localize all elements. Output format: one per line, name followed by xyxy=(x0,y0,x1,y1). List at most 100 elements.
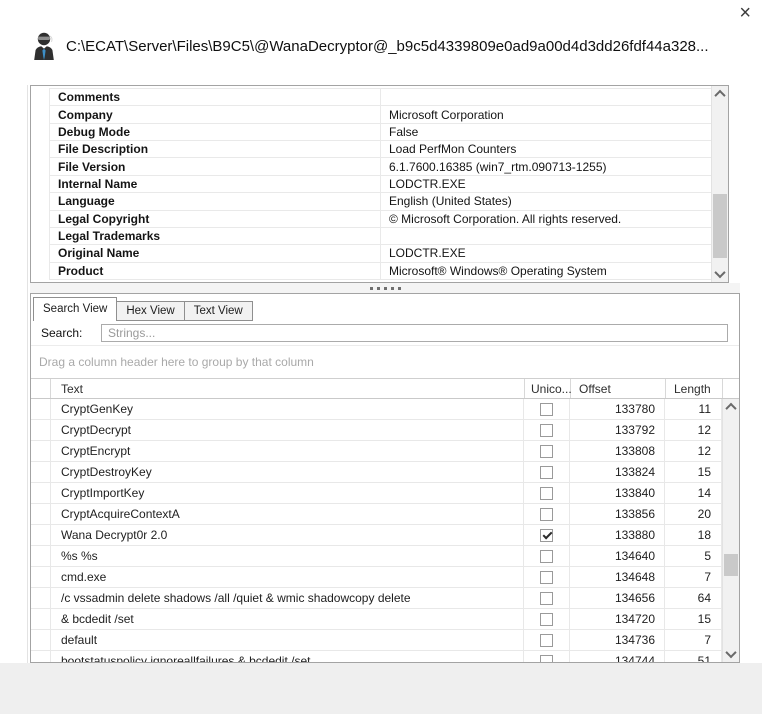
row-indicator xyxy=(31,630,51,650)
unicode-checkbox[interactable] xyxy=(540,403,553,416)
cell-unicode xyxy=(524,420,570,440)
table-row[interactable]: CryptDestroyKey13382415 xyxy=(31,462,722,483)
cell-text: CryptDestroyKey xyxy=(51,462,524,482)
strings-scrollbar[interactable] xyxy=(722,399,739,662)
table-row[interactable]: CryptGenKey13378011 xyxy=(31,399,722,420)
cell-text: /c vssadmin delete shadows /all /quiet &… xyxy=(51,588,524,608)
property-row[interactable]: Comments xyxy=(50,89,711,106)
cell-offset: 133824 xyxy=(570,462,665,482)
row-indicator-column-header xyxy=(31,379,51,398)
property-row[interactable]: Legal Trademarks xyxy=(50,228,711,245)
cell-unicode xyxy=(524,441,570,461)
property-row[interactable]: Debug ModeFalse xyxy=(50,124,711,141)
property-row[interactable]: LanguageEnglish (United States) xyxy=(50,193,711,210)
cell-offset: 134744 xyxy=(570,651,665,662)
property-row[interactable]: Internal NameLODCTR.EXE xyxy=(50,176,711,193)
cell-length: 5 xyxy=(665,546,722,566)
cell-text: default xyxy=(51,630,524,650)
unicode-checkbox[interactable] xyxy=(540,634,553,647)
property-value: © Microsoft Corporation. All rights rese… xyxy=(380,211,711,227)
window-title: C:\ECAT\Server\Files\B9C5\@WanaDecryptor… xyxy=(66,38,709,55)
cell-text: CryptGenKey xyxy=(51,399,524,419)
property-row[interactable]: File Version6.1.7600.16385 (win7_rtm.090… xyxy=(50,158,711,175)
cell-length: 11 xyxy=(665,399,722,419)
property-row[interactable]: Original NameLODCTR.EXE xyxy=(50,245,711,262)
row-indicator xyxy=(31,399,51,419)
property-label: Legal Copyright xyxy=(50,212,380,226)
properties-scrollbar[interactable] xyxy=(711,86,728,282)
property-row[interactable]: ProductMicrosoft® Windows® Operating Sys… xyxy=(50,263,711,280)
table-row[interactable]: /c vssadmin delete shadows /all /quiet &… xyxy=(31,588,722,609)
unicode-checkbox[interactable] xyxy=(540,655,553,663)
properties-scrollbar-thumb[interactable] xyxy=(713,194,727,258)
row-indicator xyxy=(31,588,51,608)
table-row[interactable]: CryptImportKey13384014 xyxy=(31,483,722,504)
property-label: File Description xyxy=(50,142,380,156)
unicode-checkbox[interactable] xyxy=(540,445,553,458)
column-header-offset[interactable]: Offset xyxy=(571,379,666,398)
table-row[interactable]: CryptAcquireContextA13385620 xyxy=(31,504,722,525)
unicode-checkbox[interactable] xyxy=(540,550,553,563)
property-label: Internal Name xyxy=(50,177,380,191)
column-header-unicode[interactable]: Unico... xyxy=(525,379,571,398)
cell-length: 7 xyxy=(665,630,722,650)
table-row[interactable]: %s %s1346405 xyxy=(31,546,722,567)
property-row[interactable]: CompanyMicrosoft Corporation xyxy=(50,106,711,123)
cell-length: 20 xyxy=(665,504,722,524)
cell-offset: 133880 xyxy=(570,525,665,545)
scroll-up-icon[interactable] xyxy=(723,399,739,415)
table-row[interactable]: Wana Decrypt0r 2.0 13388018 xyxy=(31,525,722,546)
unicode-checkbox[interactable] xyxy=(540,613,553,626)
strings-scrollbar-thumb[interactable] xyxy=(724,554,738,576)
cell-offset: 133856 xyxy=(570,504,665,524)
analyst-avatar-icon xyxy=(31,32,57,66)
property-row[interactable]: Legal Copyright© Microsoft Corporation. … xyxy=(50,211,711,228)
cell-text: Wana Decrypt0r 2.0 xyxy=(51,525,524,545)
tab-hex-view[interactable]: Hex View xyxy=(116,301,184,321)
scroll-down-icon[interactable] xyxy=(712,266,728,282)
column-header-text[interactable]: Text xyxy=(51,379,525,398)
unicode-checkbox[interactable] xyxy=(540,466,553,479)
table-row[interactable]: CryptDecrypt13379212 xyxy=(31,420,722,441)
scroll-down-icon[interactable] xyxy=(723,646,739,662)
tab-text-view[interactable]: Text View xyxy=(184,301,253,321)
property-value: English (United States) xyxy=(380,193,711,209)
view-tabbar: Search ViewHex ViewText View xyxy=(31,294,739,321)
cell-text: CryptImportKey xyxy=(51,483,524,503)
search-input[interactable] xyxy=(101,324,728,342)
property-value: Microsoft Corporation xyxy=(380,106,711,122)
search-label: Search: xyxy=(41,326,97,340)
property-label: Company xyxy=(50,108,380,122)
tab-search-view[interactable]: Search View xyxy=(33,297,117,321)
table-row[interactable]: cmd.exe1346487 xyxy=(31,567,722,588)
cell-text: & bcdedit /set xyxy=(51,609,524,629)
cell-length: 14 xyxy=(665,483,722,503)
table-row[interactable]: & bcdedit /set13472015 xyxy=(31,609,722,630)
property-row[interactable]: File DescriptionLoad PerfMon Counters xyxy=(50,141,711,158)
property-label: Legal Trademarks xyxy=(50,229,380,243)
close-icon[interactable]: × xyxy=(739,2,751,24)
unicode-checkbox[interactable] xyxy=(540,508,553,521)
scroll-up-icon[interactable] xyxy=(712,86,728,102)
cell-unicode xyxy=(524,525,570,545)
unicode-checkbox[interactable] xyxy=(540,571,553,584)
cell-unicode xyxy=(524,588,570,608)
row-indicator xyxy=(31,504,51,524)
unicode-checkbox[interactable] xyxy=(540,529,553,542)
table-row[interactable]: default1347367 xyxy=(31,630,722,651)
table-row[interactable]: CryptEncrypt13380812 xyxy=(31,441,722,462)
property-value: LODCTR.EXE xyxy=(380,245,711,261)
unicode-checkbox[interactable] xyxy=(540,592,553,605)
cell-unicode xyxy=(524,462,570,482)
column-header-length[interactable]: Length xyxy=(666,379,723,398)
cell-text: bootstatuspolicy ignoreallfailures & bcd… xyxy=(51,651,524,662)
row-indicator xyxy=(31,483,51,503)
unicode-checkbox[interactable] xyxy=(540,424,553,437)
splitter-handle[interactable] xyxy=(30,283,740,293)
strings-view-panel: Search ViewHex ViewText View Search: Dra… xyxy=(30,293,740,663)
row-indicator xyxy=(31,609,51,629)
cell-length: 18 xyxy=(665,525,722,545)
cell-unicode xyxy=(524,609,570,629)
table-row[interactable]: bootstatuspolicy ignoreallfailures & bcd… xyxy=(31,651,722,662)
unicode-checkbox[interactable] xyxy=(540,487,553,500)
